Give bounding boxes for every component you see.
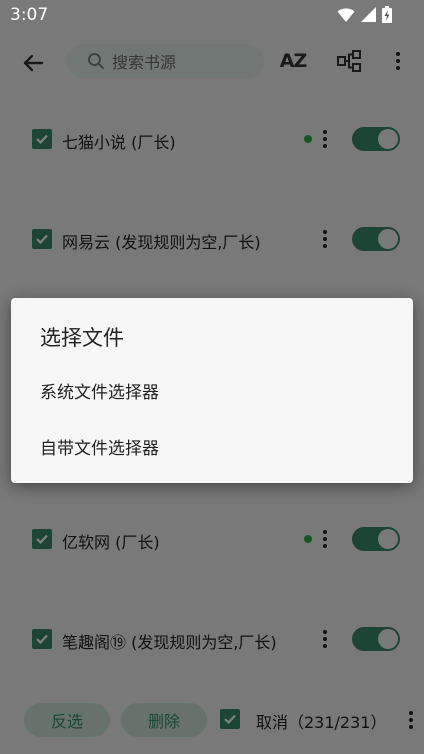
choose-file-dialog: 选择文件 系统文件选择器 自带文件选择器 xyxy=(11,298,413,483)
dialog-title: 选择文件 xyxy=(40,326,124,350)
option-builtin-picker[interactable]: 自带文件选择器 xyxy=(40,434,159,459)
status-time: 3:07 xyxy=(10,5,49,25)
status-bar: 3:07 xyxy=(0,0,424,30)
signal-icon xyxy=(361,7,376,22)
option-system-picker[interactable]: 系统文件选择器 xyxy=(40,378,159,403)
wifi-icon xyxy=(337,7,355,22)
battery-charging-icon xyxy=(382,6,392,23)
